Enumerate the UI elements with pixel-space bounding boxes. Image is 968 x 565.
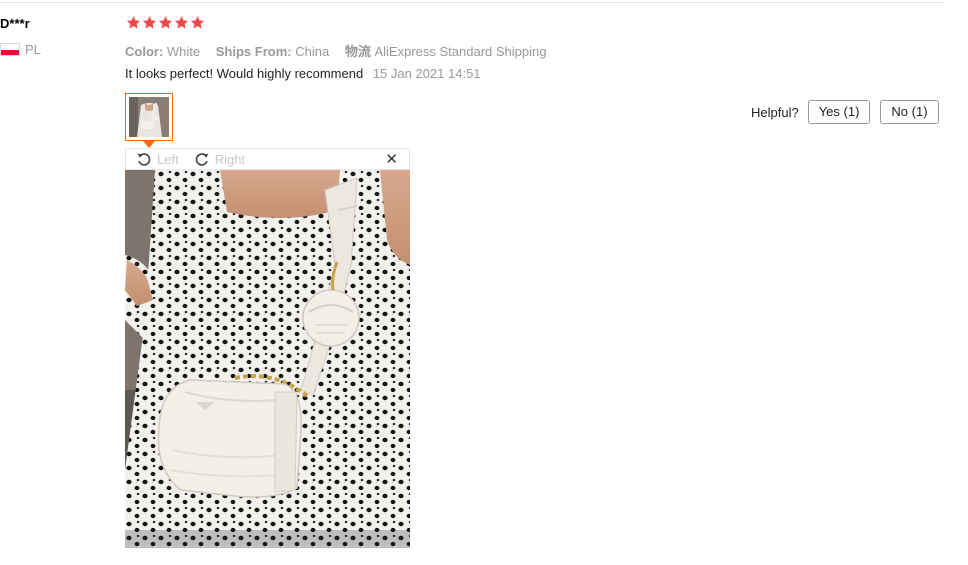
helpful-vote: Helpful? Yes (1) No (1) — [751, 100, 939, 124]
ships-from-label: Ships From: — [215, 44, 292, 59]
color-label: Color: — [125, 44, 164, 59]
rotate-left-label: Left — [157, 151, 179, 167]
close-icon[interactable]: ✕ — [385, 150, 398, 168]
rotate-right-label: Right — [214, 151, 246, 167]
review-date: 15 Jan 2021 14:51 — [372, 66, 481, 81]
review-photo-image — [125, 170, 410, 548]
rotate-right-icon — [195, 153, 209, 166]
logistics-label: 物流 — [344, 44, 371, 59]
star-icon — [158, 16, 173, 29]
photo-thumbnail-image — [129, 97, 169, 137]
helpful-no-button[interactable]: No (1) — [880, 100, 939, 124]
star-rating — [126, 15, 205, 30]
rotate-right-button[interactable]: Right — [193, 150, 245, 168]
color-value: White — [166, 44, 201, 59]
rotate-left-icon — [137, 153, 151, 166]
logistics-value: AliExpress Standard Shipping — [374, 44, 547, 59]
star-icon — [174, 16, 189, 29]
star-icon — [190, 16, 205, 29]
star-icon — [126, 16, 141, 29]
helpful-yes-button[interactable]: Yes (1) — [807, 100, 871, 124]
photo-viewer-toolbar: Left Right ✕ — [125, 148, 410, 170]
top-divider — [0, 2, 944, 3]
order-info: Color: White Ships From: China 物流 AliExp… — [125, 41, 546, 60]
review-photo-large — [125, 170, 410, 548]
star-icon — [142, 16, 157, 29]
thumbnail-pointer — [143, 141, 155, 148]
helpful-label: Helpful? — [751, 104, 799, 120]
reviewer-country: PL — [0, 42, 41, 57]
review-photo-thumbnail[interactable] — [125, 93, 173, 141]
ships-from-value: China — [295, 44, 330, 59]
country-code: PL — [25, 42, 41, 57]
review-body: It looks perfect! Would highly recommend… — [125, 66, 481, 81]
reviewer-name: D***r — [0, 16, 30, 31]
poland-flag-icon — [0, 43, 20, 56]
rotate-left-button[interactable]: Left — [135, 150, 179, 168]
review-text: It looks perfect! Would highly recommend — [125, 66, 364, 81]
